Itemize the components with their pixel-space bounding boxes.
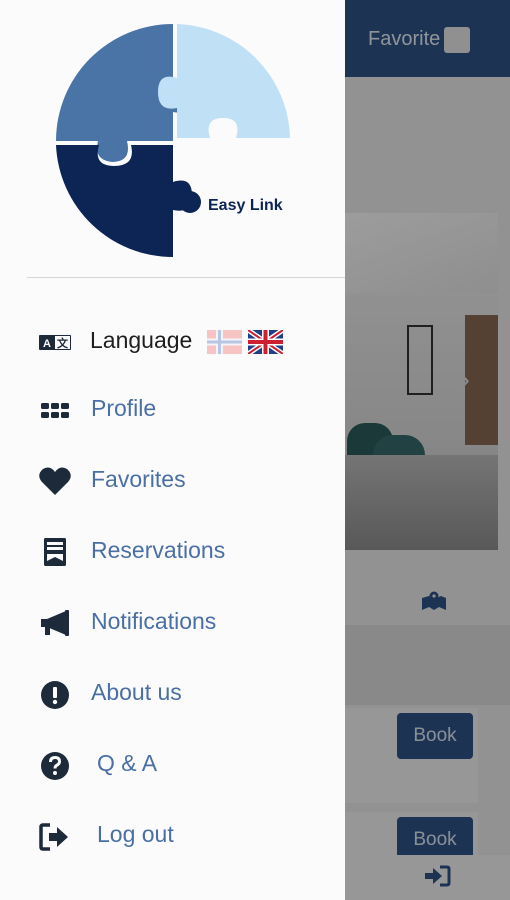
uk-flag-icon[interactable] [248, 330, 283, 354]
menu-label-log-out: Log out [97, 821, 174, 847]
menu-label-q-and-a: Q & A [97, 750, 158, 776]
grid-icon [41, 403, 69, 418]
heart-icon [39, 467, 71, 495]
app-logo: Easy Link [56, 24, 290, 258]
menu-item-notifications[interactable]: Notifications [0, 593, 345, 653]
logout-icon [39, 823, 68, 851]
megaphone-icon [41, 610, 69, 636]
receipt-icon [44, 538, 66, 566]
question-icon [41, 752, 69, 780]
menu-item-language[interactable]: A 文 Language [0, 312, 345, 372]
menu-label-about-us: About us [91, 679, 182, 705]
navigation-drawer: Easy Link A 文 Language Profile Favorites… [0, 0, 345, 900]
menu-label-favorites: Favorites [91, 466, 186, 492]
language-icon: A 文 [39, 335, 71, 350]
logo-text: Easy Link [208, 197, 283, 214]
svg-text:A: A [43, 338, 51, 350]
drawer-divider [27, 277, 345, 278]
menu-label-language: Language [90, 327, 193, 353]
info-icon [41, 681, 69, 709]
norway-flag-icon[interactable] [207, 330, 242, 354]
menu-item-q-and-a[interactable]: Q & A [0, 735, 345, 795]
menu-item-about-us[interactable]: About us [0, 664, 345, 724]
menu-label-notifications: Notifications [91, 608, 217, 634]
menu-label-profile: Profile [91, 395, 157, 421]
menu-item-favorites[interactable]: Favorites [0, 451, 345, 511]
svg-text:文: 文 [57, 336, 69, 350]
menu-label-reservations: Reservations [91, 537, 226, 563]
menu-item-log-out[interactable]: Log out [0, 806, 345, 866]
menu-item-reservations[interactable]: Reservations [0, 522, 345, 582]
menu-item-profile[interactable]: Profile [0, 380, 345, 440]
